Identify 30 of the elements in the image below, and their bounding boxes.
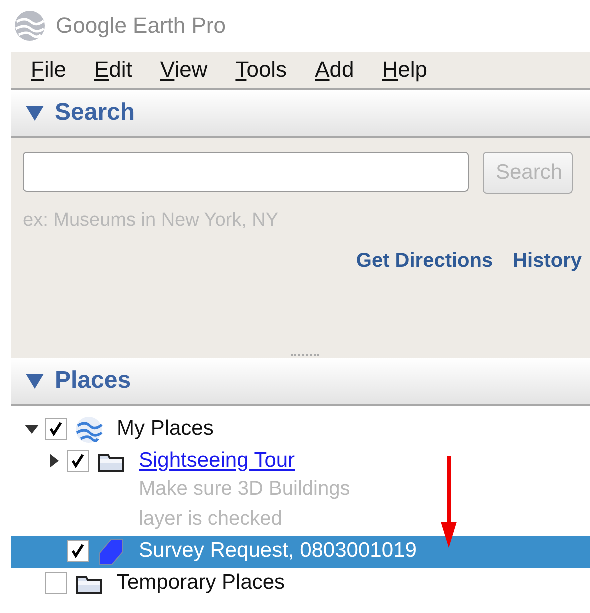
section-title[interactable]: Places <box>55 367 132 395</box>
checkbox[interactable] <box>67 450 89 472</box>
expander-triangle-icon[interactable] <box>25 422 39 436</box>
search-field[interactable] <box>23 152 469 192</box>
globe-icon <box>75 416 103 444</box>
checkbox[interactable] <box>45 572 67 594</box>
menu-item[interactable]: File <box>31 57 78 83</box>
checkbox[interactable] <box>67 540 89 562</box>
place-label[interactable]: My Places <box>117 417 214 440</box>
collapse-triangle-icon[interactable] <box>25 372 45 390</box>
section-title[interactable]: Search <box>55 99 136 127</box>
menu-item[interactable]: Help <box>382 57 440 83</box>
link[interactable]: Get Directions <box>356 250 494 273</box>
globe-icon <box>14 10 46 42</box>
place-link[interactable]: Sightseeing Tour <box>139 449 296 472</box>
place-label[interactable]: Survey Request, 0803001019 <box>139 539 417 562</box>
menu-item[interactable]: Tools <box>236 57 300 83</box>
menu-item[interactable]: View <box>160 57 220 83</box>
down-arrow-icon <box>441 456 457 548</box>
window-title: Google Earth Pro <box>56 13 226 39</box>
selected-row[interactable]: Survey Request, 0803001019 <box>11 536 590 568</box>
expander-triangle-icon[interactable] <box>47 454 61 468</box>
place-description: Make sure 3D Buildings layer is checked <box>139 477 352 532</box>
link[interactable]: History <box>513 250 582 273</box>
place-label[interactable]: Temporary Places <box>117 571 286 594</box>
collapse-triangle-icon[interactable] <box>25 104 45 122</box>
menu-item[interactable]: Add <box>315 57 366 83</box>
polygon-icon <box>97 538 125 566</box>
menu-item[interactable]: Edit <box>94 57 144 83</box>
checkbox[interactable] <box>45 418 67 440</box>
